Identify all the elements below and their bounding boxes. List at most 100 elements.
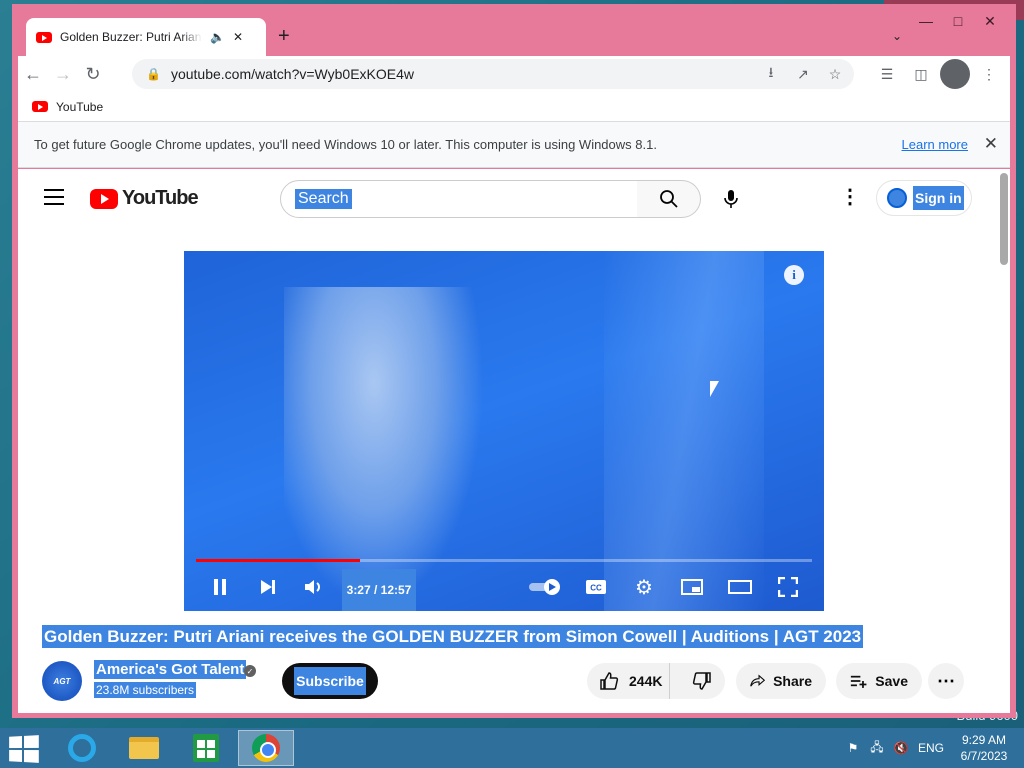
fullscreen-button[interactable] [774,569,802,605]
channel-avatar[interactable]: AGT [42,661,82,701]
youtube-bookmark-icon [32,101,48,112]
gear-icon: ⚙ [635,576,653,599]
install-app-icon[interactable]: ⭳ [760,63,782,85]
thumbs-up-icon [600,672,619,690]
video-title: Golden Buzzer: Putri Ariani receives the… [42,625,864,648]
voice-search-button[interactable] [718,185,744,213]
youtube-masthead: YouTube Search ⋮ Sign in [18,169,996,227]
side-panel-icon[interactable]: ◫ [906,59,936,89]
profile-icon[interactable] [940,59,970,89]
chrome-menu-icon[interactable]: ⋮ [974,59,1004,89]
share-button[interactable]: Share [736,663,826,699]
start-button[interactable] [9,735,39,763]
input-language[interactable]: ENG [918,741,944,755]
taskbar-internet-explorer[interactable] [54,730,110,766]
share-icon [750,674,766,687]
search-input[interactable]: Search [280,180,638,218]
like-button[interactable]: 244K [587,663,671,699]
clock-time: 9:29 AM [961,733,1007,747]
miniplayer-button[interactable] [678,569,706,605]
page-content: YouTube Search ⋮ Sign in i 3:27 / 12:57 … [18,169,1010,713]
speaker-icon[interactable]: 🔈 [210,30,225,44]
address-bar[interactable]: 🔒 youtube.com/watch?v=Wyb0ExKOE4w ⭳ ↗ ☆ [132,59,854,89]
info-icon[interactable]: i [784,265,804,285]
player-controls: 3:27 / 12:57 CC ⚙ [184,569,824,611]
bookmarks-bar: YouTube [18,92,1010,122]
miniplayer-icon [681,579,703,595]
learn-more-link[interactable]: Learn more [902,137,968,152]
autoplay-toggle[interactable] [528,569,562,605]
sign-in-button[interactable]: Sign in [876,180,972,216]
theater-icon [728,580,752,594]
dislike-button[interactable] [678,663,725,699]
windows-taskbar: ⚑ 🖧 🔇 ENG 9:29 AM 6/7/2023 [0,728,1024,768]
internet-explorer-icon [68,734,96,762]
thumbs-down-icon [692,672,711,690]
menu-hamburger-icon[interactable] [44,189,64,205]
tab-strip: Golden Buzzer: Putri Ariani receives the… [26,18,1006,56]
sign-in-label: Sign in [913,186,964,210]
taskbar-chrome[interactable] [238,730,294,766]
settings-kebab-icon[interactable]: ⋮ [840,187,860,207]
omnibox-actions: ⭳ ↗ ☆ [760,63,846,85]
bookmark-youtube[interactable]: YouTube [56,100,103,114]
search-button[interactable] [637,180,701,218]
store-icon [193,734,219,762]
fullscreen-icon [778,577,798,597]
forward-button[interactable]: → [48,59,78,89]
youtube-logo-text: YouTube [122,187,199,209]
tab-title: Golden Buzzer: Putri Ariani receives the… [60,30,202,44]
page-scrollbar[interactable] [1000,173,1008,265]
captions-icon: CC [586,580,606,594]
volume-button[interactable] [300,569,328,605]
more-actions-icon[interactable]: ⋯ [928,663,964,699]
progress-played [196,559,360,562]
theater-mode-button[interactable] [726,569,754,605]
action-center-flag-icon[interactable]: ⚑ [846,741,860,755]
mouse-cursor-icon [710,381,719,397]
share-page-icon[interactable]: ↗ [792,63,814,85]
channel-row: AGT America's Got Talent ✓ 23.8M subscri… [42,660,990,703]
svg-text:CC: CC [590,584,602,593]
like-count: 244K [629,673,663,689]
url-text: youtube.com/watch?v=Wyb0ExKOE4w [170,66,414,82]
youtube-logo[interactable]: YouTube [90,187,199,210]
update-infobar: To get future Google Chrome updates, you… [18,122,1010,168]
media-controls-icon[interactable]: ☰ [872,59,902,89]
settings-button[interactable]: ⚙ [630,569,658,605]
network-icon[interactable]: 🖧 [870,740,884,755]
system-clock[interactable]: 9:29 AM 6/7/2023 [954,732,1014,764]
save-button[interactable]: Save [836,663,922,699]
progress-bar[interactable] [196,559,812,562]
browser-tab-active[interactable]: Golden Buzzer: Putri Ariani receives the… [26,18,266,56]
video-player[interactable]: i 3:27 / 12:57 CC ⚙ [184,251,824,611]
back-button[interactable]: ← [18,59,48,89]
new-tab-button[interactable]: + [278,25,290,48]
next-button[interactable] [254,569,282,605]
microphone-icon [724,190,738,208]
pause-icon [214,579,226,595]
lock-icon: 🔒 [146,67,161,81]
bookmark-star-icon[interactable]: ☆ [824,63,846,85]
youtube-favicon-icon [36,31,52,43]
taskbar-file-explorer[interactable] [116,730,172,766]
reload-button[interactable]: ↻ [78,59,108,89]
playlist-add-icon [850,675,867,688]
channel-name[interactable]: America's Got Talent [94,660,247,679]
share-label: Share [773,673,812,689]
infobar-close-icon[interactable]: ✕ [984,134,998,154]
tab-close-icon[interactable]: ✕ [233,30,243,44]
next-icon [261,580,275,594]
pause-button[interactable] [206,569,234,605]
tab-search-chevron-icon[interactable]: ⌄ [892,29,902,43]
subscribe-button[interactable]: Subscribe [282,663,378,699]
like-dislike-group: 244K [587,663,725,699]
youtube-logo-icon [90,188,118,209]
time-display: 3:27 / 12:57 [342,569,416,611]
captions-button[interactable]: CC [582,569,610,605]
volume-icon [305,580,320,594]
taskbar-store[interactable] [178,730,234,766]
chrome-icon [252,734,280,762]
volume-muted-icon[interactable]: 🔇 [894,741,909,755]
infobar-message: To get future Google Chrome updates, you… [34,137,657,152]
